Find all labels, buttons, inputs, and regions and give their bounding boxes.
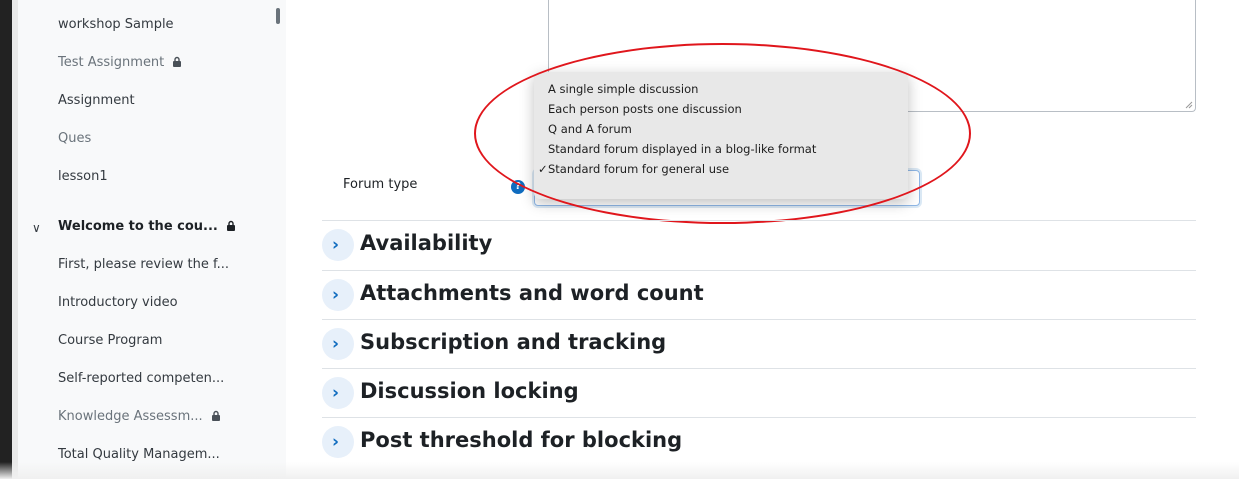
- sidebar-item-label: Knowledge Assessm...: [58, 409, 203, 424]
- sidebar-item-label: workshop Sample: [58, 17, 174, 32]
- section-availability[interactable]: › Availability: [322, 220, 1196, 268]
- bottom-shadow: [0, 462, 1239, 479]
- dropdown-option-label: Standard forum for general use: [548, 162, 730, 176]
- sidebar-scrollbar[interactable]: [276, 8, 280, 24]
- forum-type-dropdown: A single simple discussion Each person p…: [534, 72, 908, 199]
- section-attachments[interactable]: › Attachments and word count: [322, 270, 1196, 318]
- dropdown-option-single-discussion[interactable]: A single simple discussion: [534, 79, 908, 99]
- section-title: Attachments and word count: [360, 281, 704, 305]
- dropdown-option-blog-like[interactable]: Standard forum displayed in a blog-like …: [534, 139, 908, 159]
- sidebar-item-label: Self-reported competen...: [58, 371, 225, 386]
- sidebar-item-course-program[interactable]: Course Program: [58, 333, 162, 348]
- expand-button[interactable]: ›: [322, 426, 354, 458]
- chevron-down-icon[interactable]: ∨: [32, 221, 41, 235]
- forum-type-label: Forum type: [343, 177, 418, 192]
- section-title: Discussion locking: [360, 379, 579, 403]
- lock-icon: [173, 56, 182, 67]
- lock-icon: [211, 410, 220, 421]
- chevron-right-icon: ›: [332, 383, 340, 403]
- sidebar-section-label: Welcome to the cou...: [58, 219, 218, 234]
- sidebar-item-self-reported[interactable]: Self-reported competen...: [58, 371, 224, 386]
- checkmark-icon: ✓: [538, 162, 548, 176]
- lock-icon: [227, 220, 236, 231]
- expand-button[interactable]: ›: [322, 279, 354, 311]
- section-subscription[interactable]: › Subscription and tracking: [322, 319, 1196, 367]
- sidebar-item-label: Introductory video: [58, 295, 178, 310]
- sidebar-item-introductory-video[interactable]: Introductory video: [58, 295, 178, 310]
- sidebar-item-label: Ques: [58, 131, 92, 146]
- main-form: Forum type ? A single simple discussion …: [286, 0, 1239, 479]
- chevron-right-icon: ›: [332, 235, 340, 255]
- course-index-sidebar: workshop Sample Test Assignment Assignme…: [18, 0, 286, 479]
- dropdown-option-q-and-a[interactable]: Q and A forum: [534, 119, 908, 139]
- section-title: Subscription and tracking: [360, 330, 667, 354]
- help-icon[interactable]: ?: [511, 180, 525, 194]
- sidebar-item-test-assignment[interactable]: Test Assignment: [58, 55, 182, 70]
- sidebar-item-ques[interactable]: Ques: [58, 131, 91, 146]
- dropdown-option-each-person[interactable]: Each person posts one discussion: [534, 99, 908, 119]
- expand-button[interactable]: ›: [322, 377, 354, 409]
- expand-button[interactable]: ›: [322, 229, 354, 261]
- window-edge: [0, 0, 12, 479]
- expand-button[interactable]: ›: [322, 328, 354, 360]
- sidebar-item-label: Total Quality Managem...: [58, 447, 220, 462]
- sidebar-item-workshop-sample[interactable]: workshop Sample: [58, 17, 174, 32]
- sidebar-item-label: lesson1: [58, 169, 108, 184]
- section-discussion-locking[interactable]: › Discussion locking: [322, 368, 1196, 416]
- dropdown-option-standard-general[interactable]: ✓Standard forum for general use: [534, 159, 908, 179]
- sidebar-item-review[interactable]: First, please review the f...: [58, 257, 229, 272]
- chevron-right-icon: ›: [332, 334, 340, 354]
- sidebar-section-welcome[interactable]: Welcome to the cou...: [58, 219, 236, 234]
- sidebar-item-label: Course Program: [58, 333, 163, 348]
- resize-grip-icon[interactable]: [1185, 101, 1193, 109]
- chevron-right-icon: ›: [332, 432, 340, 452]
- sidebar-item-knowledge-assessment[interactable]: Knowledge Assessm...: [58, 409, 221, 424]
- sidebar-item-total-quality[interactable]: Total Quality Managem...: [58, 447, 220, 462]
- sidebar-item-lesson1[interactable]: lesson1: [58, 169, 108, 184]
- sidebar-item-label: First, please review the f...: [58, 257, 229, 272]
- sidebar-item-label: Assignment: [58, 93, 135, 108]
- sidebar-item-label: Test Assignment: [58, 55, 165, 70]
- section-title: Post threshold for blocking: [360, 428, 683, 452]
- section-post-threshold[interactable]: › Post threshold for blocking: [322, 417, 1196, 465]
- sidebar-item-assignment[interactable]: Assignment: [58, 93, 135, 108]
- chevron-right-icon: ›: [332, 285, 340, 305]
- section-title: Availability: [360, 231, 493, 255]
